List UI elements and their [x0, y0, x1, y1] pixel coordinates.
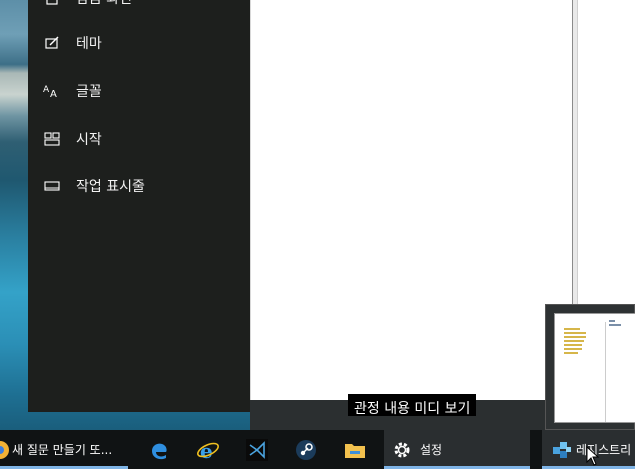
taskbar-vs-button[interactable] — [243, 430, 271, 469]
taskbar-settings-button[interactable]: 설정 — [384, 430, 530, 469]
svg-text:A: A — [50, 89, 57, 99]
nav-item-label: 테마 — [76, 36, 102, 52]
font-icon: AA — [43, 82, 61, 100]
taskbar-icon — [43, 177, 61, 195]
taskbar-item-label: 새 질문 만들기 또... — [12, 443, 113, 457]
visual-studio-icon — [245, 438, 269, 462]
taskbar-edge-button[interactable] — [145, 430, 173, 469]
settings-navigation-pane: 잠금 화면 테마 AA 글꼴 시작 작업 표시줄 — [28, 0, 250, 412]
nav-item-taskbar[interactable]: 작업 표시줄 — [28, 166, 250, 206]
registry-editor-icon — [550, 438, 574, 462]
internet-explorer-icon: e — [196, 438, 220, 462]
taskbar-ie-button[interactable]: e — [194, 430, 222, 469]
taskbar-steam-button[interactable] — [292, 430, 320, 469]
steam-icon — [294, 438, 318, 462]
nav-item-fonts[interactable]: AA 글꼴 — [28, 71, 250, 111]
file-explorer-icon — [343, 438, 367, 462]
nav-item-label: 글꼴 — [76, 84, 102, 100]
chrome-icon — [0, 438, 10, 462]
registry-thumbnail-preview[interactable] — [545, 304, 635, 430]
svg-text:e: e — [200, 439, 213, 462]
nav-item-label: 잠금 화면 — [76, 0, 132, 8]
thumbnail-tree-pane — [558, 322, 606, 422]
theme-brush-icon — [43, 34, 61, 52]
lock-screen-icon — [43, 0, 61, 7]
taskbar-item-label: 레지스트리 — [576, 443, 632, 457]
settings-content-pane — [250, 0, 572, 400]
video-subtitle: 관정 내용 미디 보기 — [348, 394, 477, 416]
taskbar-chrome-button[interactable]: 새 질문 만들기 또... — [0, 430, 128, 469]
mouse-cursor-icon — [586, 446, 600, 466]
nav-item-label: 시작 — [76, 132, 102, 148]
nav-item-label: 작업 표시줄 — [76, 179, 145, 195]
nav-item-theme[interactable]: 테마 — [28, 23, 250, 63]
nav-item-start[interactable]: 시작 — [28, 119, 250, 159]
svg-text:A: A — [43, 85, 50, 95]
taskbar-item-label: 설정 — [420, 443, 443, 457]
thumbnail-window — [554, 313, 635, 423]
settings-gear-icon — [390, 438, 414, 462]
taskbar-explorer-button[interactable] — [341, 430, 369, 469]
taskbar: 새 질문 만들기 또... e 설정 레지스트리 — [0, 430, 635, 469]
nav-item-lock-screen[interactable]: 잠금 화면 — [28, 0, 250, 18]
edge-icon — [147, 438, 171, 462]
start-grid-icon — [43, 130, 61, 148]
